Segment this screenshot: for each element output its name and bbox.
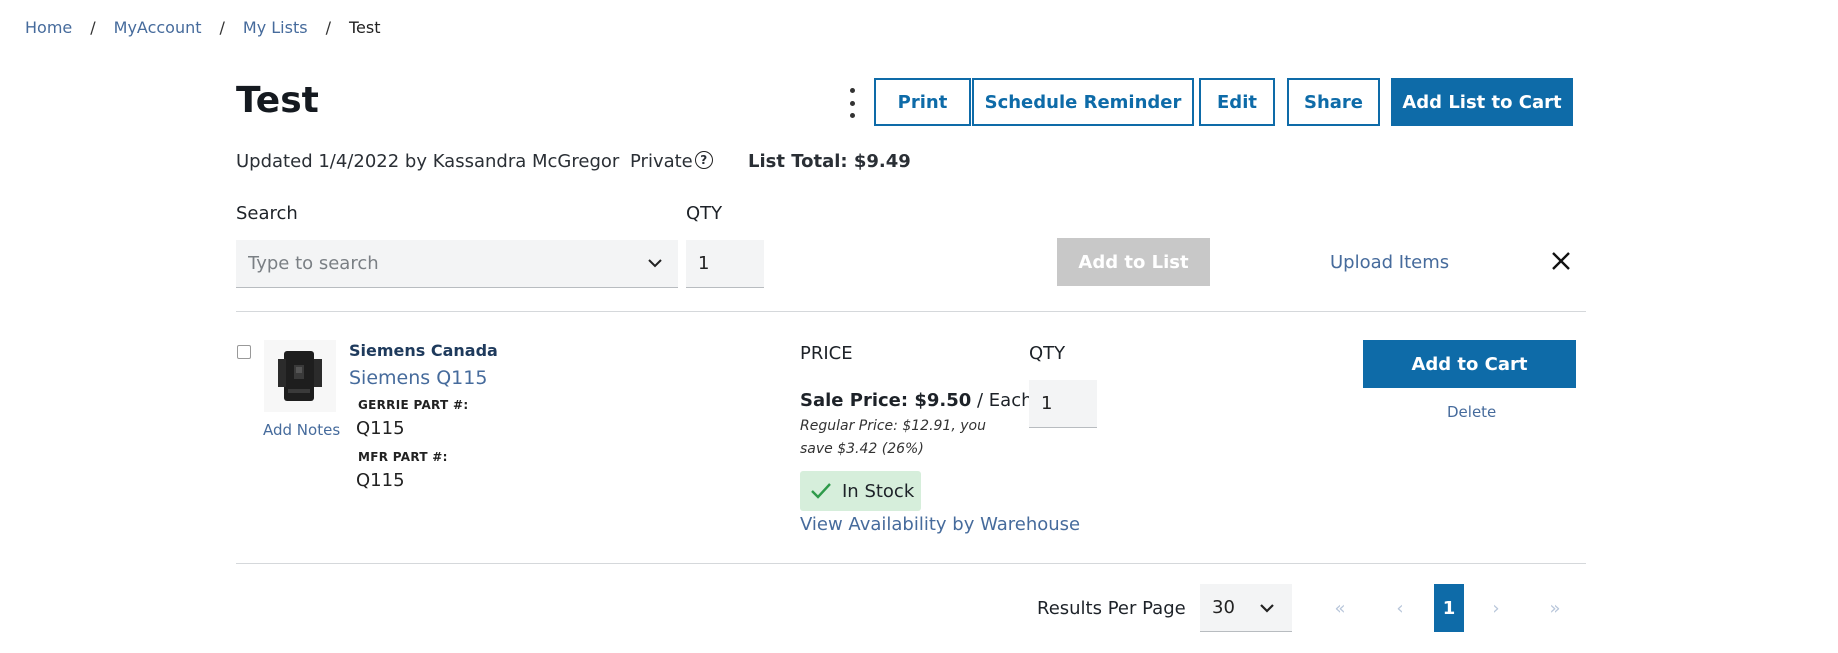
- schedule-reminder-button[interactable]: Schedule Reminder: [972, 78, 1194, 126]
- divider: [236, 311, 1586, 312]
- gerrie-part-label: GERRIE PART #:: [358, 398, 469, 412]
- privacy-status: Private?: [630, 151, 713, 172]
- more-options-icon[interactable]: [845, 88, 859, 118]
- page-button-current[interactable]: 1: [1434, 584, 1464, 632]
- qty-input[interactable]: [698, 253, 748, 274]
- edit-button[interactable]: Edit: [1199, 78, 1275, 126]
- breadcrumb-home[interactable]: Home: [25, 18, 72, 37]
- page-title: Test: [236, 80, 319, 121]
- delete-link[interactable]: Delete: [1447, 403, 1496, 421]
- upload-items-link[interactable]: Upload Items: [1330, 252, 1449, 273]
- search-input[interactable]: [248, 253, 628, 274]
- sale-price-value: Sale Price: $9.50: [800, 390, 972, 411]
- item-qty-input[interactable]: [1041, 393, 1091, 414]
- stock-label: In Stock: [842, 480, 915, 502]
- results-per-page-label: Results Per Page: [1037, 598, 1186, 619]
- view-availability-link[interactable]: View Availability by Warehouse: [800, 514, 1080, 535]
- updated-info: Updated 1/4/2022 by Kassandra McGregor: [236, 151, 620, 172]
- results-per-page-value: 30: [1212, 597, 1235, 618]
- qty-field[interactable]: [686, 240, 764, 288]
- item-checkbox[interactable]: [237, 345, 251, 359]
- mfr-part-label: MFR PART #:: [358, 450, 448, 464]
- divider: [236, 563, 1586, 564]
- chevron-down-icon: [1260, 604, 1274, 613]
- product-image[interactable]: [264, 340, 336, 412]
- results-per-page-select[interactable]: 30: [1200, 584, 1292, 632]
- product-brand: Siemens Canada: [349, 341, 498, 360]
- search-label: Search: [236, 203, 298, 224]
- breaker-image: [278, 351, 322, 401]
- product-name-link[interactable]: Siemens Q115: [349, 367, 487, 389]
- add-list-to-cart-button[interactable]: Add List to Cart: [1391, 78, 1573, 126]
- item-qty-header: QTY: [1029, 343, 1066, 364]
- last-page-button[interactable]: »: [1545, 584, 1565, 632]
- breadcrumb-separator: /: [219, 18, 225, 37]
- add-notes-link[interactable]: Add Notes: [263, 421, 340, 439]
- print-button[interactable]: Print: [874, 78, 971, 126]
- price-header: PRICE: [800, 343, 853, 364]
- breadcrumb: Home / MyAccount / My Lists / Test: [25, 18, 380, 37]
- gerrie-part-value: Q115: [356, 418, 405, 439]
- price-unit: / Each: [971, 390, 1033, 411]
- chevron-down-icon[interactable]: [648, 256, 662, 270]
- share-button[interactable]: Share: [1287, 78, 1380, 126]
- search-field[interactable]: [236, 240, 678, 288]
- close-icon[interactable]: [1550, 250, 1572, 272]
- breadcrumb-current: Test: [348, 18, 381, 37]
- qty-label: QTY: [686, 203, 723, 224]
- add-to-list-button[interactable]: Add to List: [1057, 238, 1210, 286]
- checkmark-icon: [811, 483, 831, 499]
- sale-price: Sale Price: $9.50 / Each: [800, 390, 1033, 411]
- add-to-cart-button[interactable]: Add to Cart: [1363, 340, 1576, 388]
- next-page-button[interactable]: ›: [1489, 584, 1503, 632]
- privacy-label: Private: [630, 151, 693, 172]
- in-stock-badge: In Stock: [800, 471, 921, 511]
- breadcrumb-separator: /: [325, 18, 331, 37]
- breadcrumb-myaccount[interactable]: MyAccount: [114, 18, 202, 37]
- mfr-part-value: Q115: [356, 470, 405, 491]
- item-qty-field[interactable]: [1029, 380, 1097, 428]
- first-page-button[interactable]: «: [1330, 584, 1350, 632]
- breadcrumb-my-lists[interactable]: My Lists: [243, 18, 308, 37]
- regular-price: Regular Price: $12.91, you save $3.42 (2…: [800, 418, 986, 457]
- prev-page-button[interactable]: ‹: [1393, 584, 1407, 632]
- breadcrumb-separator: /: [90, 18, 96, 37]
- help-icon[interactable]: ?: [694, 151, 713, 169]
- list-total: List Total: $9.49: [748, 151, 911, 172]
